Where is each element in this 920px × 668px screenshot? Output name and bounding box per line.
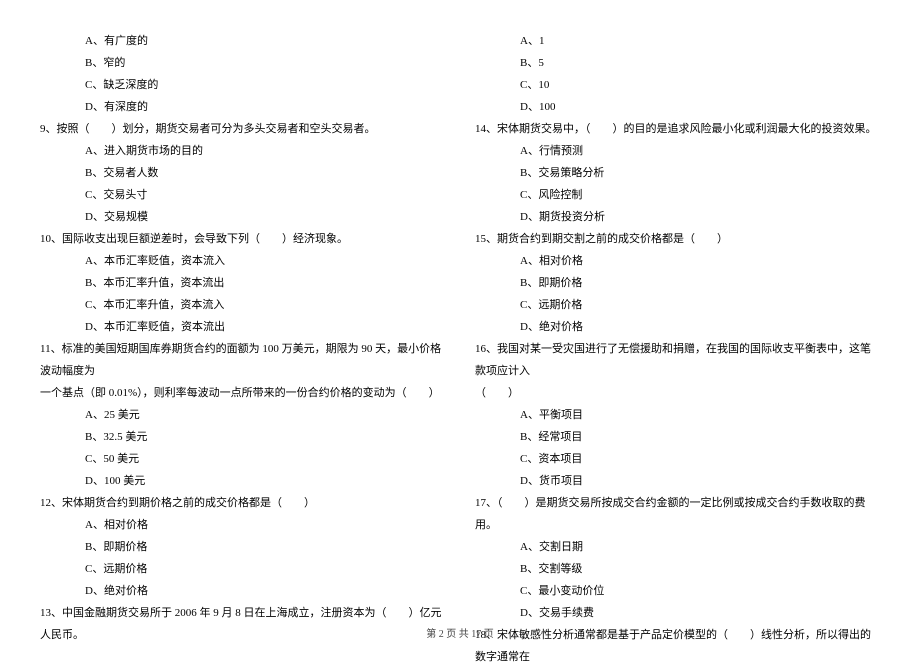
q13-option-b: B、5 <box>475 52 880 74</box>
q8-option-b: B、窄的 <box>40 52 445 74</box>
q11-option-b: B、32.5 美元 <box>40 426 445 448</box>
q12-option-c: C、远期价格 <box>40 558 445 580</box>
q9-option-c: C、交易头寸 <box>40 184 445 206</box>
q12-option-d: D、绝对价格 <box>40 580 445 602</box>
q10-option-d: D、本币汇率贬值，资本流出 <box>40 316 445 338</box>
q17-option-d: D、交易手续费 <box>475 602 880 624</box>
q16-option-b: B、经常项目 <box>475 426 880 448</box>
q8-option-c: C、缺乏深度的 <box>40 74 445 96</box>
q11-text-line1: 11、标准的美国短期国库券期货合约的面额为 100 万美元，期限为 90 天，最… <box>40 338 445 382</box>
q17-text: 17、（ ）是期货交易所按成交合约金额的一定比例或按成交合约手数收取的费用。 <box>475 492 880 536</box>
q11-option-c: C、50 美元 <box>40 448 445 470</box>
q13-option-c: C、10 <box>475 74 880 96</box>
q9-option-d: D、交易规模 <box>40 206 445 228</box>
q17-option-a: A、交割日期 <box>475 536 880 558</box>
q17-option-b: B、交割等级 <box>475 558 880 580</box>
page-columns: A、有广度的 B、窄的 C、缺乏深度的 D、有深度的 9、按照（ ）划分，期货交… <box>40 30 880 668</box>
q14-option-b: B、交易策略分析 <box>475 162 880 184</box>
q15-text: 15、期货合约到期交割之前的成交价格都是（ ） <box>475 228 880 250</box>
q10-option-b: B、本币汇率升值，资本流出 <box>40 272 445 294</box>
q14-option-a: A、行情预测 <box>475 140 880 162</box>
q8-option-d: D、有深度的 <box>40 96 445 118</box>
q13-option-a: A、1 <box>475 30 880 52</box>
q12-option-b: B、即期价格 <box>40 536 445 558</box>
left-column: A、有广度的 B、窄的 C、缺乏深度的 D、有深度的 9、按照（ ）划分，期货交… <box>40 30 445 668</box>
q15-option-c: C、远期价格 <box>475 294 880 316</box>
q9-text: 9、按照（ ）划分，期货交易者可分为多头交易者和空头交易者。 <box>40 118 445 140</box>
q14-option-c: C、风险控制 <box>475 184 880 206</box>
q11-text-line2: 一个基点（即 0.01%），则利率每波动一点所带来的一份合约价格的变动为（ ） <box>40 382 445 404</box>
q15-option-b: B、即期价格 <box>475 272 880 294</box>
q11-option-a: A、25 美元 <box>40 404 445 426</box>
page-footer: 第 2 页 共 17 页 <box>0 625 920 640</box>
q12-text: 12、宋体期货合约到期价格之前的成交价格都是（ ） <box>40 492 445 514</box>
q14-text: 14、宋体期货交易中，（ ）的目的是追求风险最小化或利润最大化的投资效果。 <box>475 118 880 140</box>
q10-option-c: C、本币汇率升值，资本流入 <box>40 294 445 316</box>
q16-text-line1: 16、我国对某一受灾国进行了无偿援助和捐赠，在我国的国际收支平衡表中，这笔款项应… <box>475 338 880 382</box>
q16-option-d: D、货币项目 <box>475 470 880 492</box>
right-column: A、1 B、5 C、10 D、100 14、宋体期货交易中，（ ）的目的是追求风… <box>475 30 880 668</box>
q13-option-d: D、100 <box>475 96 880 118</box>
q15-option-d: D、绝对价格 <box>475 316 880 338</box>
q9-option-b: B、交易者人数 <box>40 162 445 184</box>
q11-option-d: D、100 美元 <box>40 470 445 492</box>
q10-text: 10、国际收支出现巨额逆差时，会导致下列（ ）经济现象。 <box>40 228 445 250</box>
q16-text-line2: （ ） <box>475 382 880 404</box>
q12-option-a: A、相对价格 <box>40 514 445 536</box>
q14-option-d: D、期货投资分析 <box>475 206 880 228</box>
q16-option-a: A、平衡项目 <box>475 404 880 426</box>
q16-option-c: C、资本项目 <box>475 448 880 470</box>
q15-option-a: A、相对价格 <box>475 250 880 272</box>
q8-option-a: A、有广度的 <box>40 30 445 52</box>
q9-option-a: A、进入期货市场的目的 <box>40 140 445 162</box>
q17-option-c: C、最小变动价位 <box>475 580 880 602</box>
q10-option-a: A、本币汇率贬值，资本流入 <box>40 250 445 272</box>
